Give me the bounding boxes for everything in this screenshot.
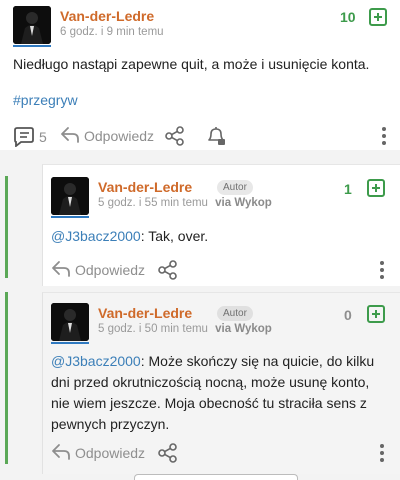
- reply-text-body: : Tak, over.: [140, 228, 209, 244]
- post-time[interactable]: 6 godz. i 9 min temu: [60, 26, 164, 38]
- more-icon[interactable]: [379, 444, 385, 462]
- reply-score: 0: [344, 307, 352, 323]
- mention-link[interactable]: @J3bacz2000: [51, 353, 141, 369]
- author-badge: Autor: [217, 306, 253, 321]
- more-icon[interactable]: [379, 261, 385, 279]
- avatar-underline: [13, 45, 51, 47]
- post-score: 10: [340, 9, 356, 25]
- reply-score: 1: [344, 181, 352, 197]
- plus-icon[interactable]: [367, 179, 385, 197]
- reply-author[interactable]: Van-der-Ledre: [98, 179, 192, 195]
- reply-time: 5 godz. i 50 min temu via Wykop: [98, 323, 272, 335]
- share-icon[interactable]: [165, 126, 185, 146]
- post-tag[interactable]: #przegryw: [13, 92, 78, 108]
- mention-link[interactable]: @J3bacz2000: [51, 228, 141, 244]
- reply-arrow-icon[interactable]: [60, 126, 80, 144]
- plus-icon[interactable]: [367, 305, 385, 323]
- thread-bar: [5, 292, 8, 464]
- comment-icon[interactable]: [13, 127, 35, 147]
- reply-time-text[interactable]: 5 godz. i 55 min temu: [98, 197, 208, 209]
- plus-icon[interactable]: [369, 8, 387, 26]
- reply-arrow-icon[interactable]: [51, 260, 71, 278]
- via-label: via Wykop: [215, 323, 272, 335]
- reply-time-text[interactable]: 5 godz. i 50 min temu: [98, 323, 208, 335]
- reply-comment: Van-der-Ledre Autor 5 godz. i 50 min tem…: [42, 292, 400, 474]
- avatar-underline: [51, 342, 89, 344]
- reply-text: @J3bacz2000: Tak, over.: [51, 226, 391, 247]
- reply-author[interactable]: Van-der-Ledre: [98, 305, 192, 321]
- reply-text: @J3bacz2000: Może skończy się na quicie,…: [51, 351, 391, 435]
- bell-icon[interactable]: [205, 125, 227, 147]
- reply-arrow-icon[interactable]: [51, 443, 71, 461]
- thread-bar: [5, 176, 8, 278]
- reply-button[interactable]: Odpowiedz: [75, 262, 145, 278]
- more-icon[interactable]: [381, 127, 387, 145]
- avatar[interactable]: [51, 303, 89, 341]
- post-author[interactable]: Van-der-Ledre: [60, 8, 154, 24]
- via-label: via Wykop: [215, 197, 272, 209]
- entry-post: Van-der-Ledre 6 godz. i 9 min temu 10 Ni…: [0, 0, 400, 150]
- load-more-button[interactable]: [134, 474, 298, 480]
- reply-time: 5 godz. i 55 min temu via Wykop: [98, 197, 272, 209]
- reply-button[interactable]: Odpowiedz: [84, 128, 154, 144]
- avatar-underline: [51, 216, 89, 218]
- post-text: Niedługo nastąpi zapewne quit, a może i …: [13, 56, 370, 72]
- share-icon[interactable]: [158, 443, 178, 463]
- share-icon[interactable]: [158, 260, 178, 280]
- reply-comment: Van-der-Ledre Autor 5 godz. i 55 min tem…: [42, 164, 400, 286]
- separator: [0, 150, 400, 164]
- comment-count[interactable]: 5: [39, 129, 47, 145]
- avatar[interactable]: [51, 177, 89, 215]
- reply-button[interactable]: Odpowiedz: [75, 445, 145, 461]
- avatar[interactable]: [13, 6, 51, 44]
- author-badge: Autor: [217, 180, 253, 195]
